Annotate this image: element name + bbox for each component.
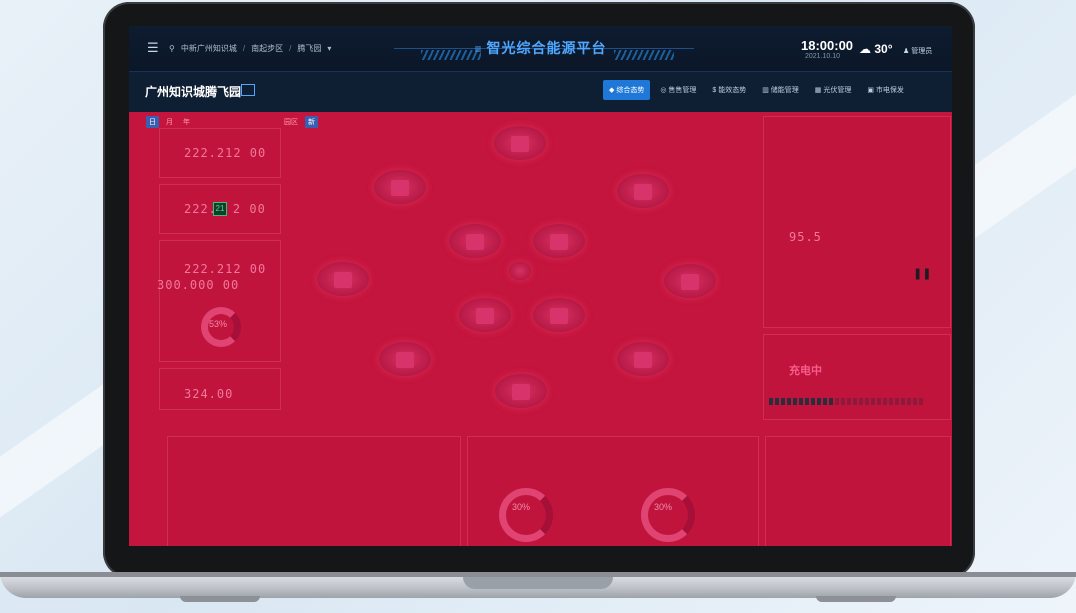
metric-chip: 21 — [213, 202, 227, 216]
app-title-text: 智光综合能源平台 — [486, 40, 607, 56]
node-center-person[interactable] — [509, 262, 531, 280]
node-building[interactable] — [533, 298, 585, 332]
sub-header: 广州知识城腾飞园 ◆ 综合态势 ◎ 售售管理 $ 能效态势 ▥ 储能管理 ▦ 光… — [129, 71, 952, 112]
pause-icon[interactable]: ❚❚ — [913, 267, 931, 280]
tab-sales[interactable]: ◎ 售售管理 — [654, 80, 702, 100]
node-substation[interactable] — [494, 126, 546, 160]
weather: ☁ 30° — [859, 42, 893, 56]
laptop-foot-right — [816, 596, 896, 602]
tab-storage[interactable]: ▥ 储能管理 — [756, 80, 805, 100]
progress-ring-left-label: 53% — [209, 319, 228, 329]
donut-2-label: 30% — [654, 502, 673, 512]
chart-panel-left — [167, 436, 461, 546]
metric-value-4: 324.00 — [184, 387, 234, 401]
tab-grid[interactable]: ▣ 市电保发 — [861, 80, 910, 100]
node-distribution[interactable] — [374, 170, 426, 204]
tab-efficiency[interactable]: $ 能效态势 — [706, 80, 752, 100]
dashboard-content: 日 月 年 园区 新 222.212 00 222. 2 00 21 222.21… — [129, 112, 952, 546]
laptop-notch — [463, 577, 613, 589]
donut-1 — [499, 488, 553, 542]
laptop-foot-left — [180, 596, 260, 602]
user-name: 管理员 — [911, 48, 933, 55]
charging-status: 充电中 — [789, 365, 822, 377]
node-solar[interactable] — [317, 262, 369, 296]
node-monitor[interactable] — [459, 298, 511, 332]
node-storage-station[interactable] — [533, 224, 585, 258]
charge-level-bars — [769, 398, 923, 405]
temperature: 30° — [874, 42, 893, 56]
tab-solar[interactable]: ▦ 光伏管理 — [809, 80, 858, 100]
metric-value-3b: 300.000 00 — [157, 278, 240, 292]
chart-panel-right — [765, 436, 951, 546]
building-icon[interactable] — [241, 84, 255, 96]
tab-new[interactable]: 新 — [305, 116, 318, 128]
screen: ☰ ⚲ 中新广州知识城 / 南起步区 / 腾飞园 ▾ ≡ 智光综合能源平台 18:… — [129, 26, 952, 546]
tab-month[interactable]: 月 — [163, 116, 176, 128]
node-battery[interactable] — [379, 342, 431, 376]
cloud-icon: ☁ — [859, 42, 871, 56]
date: 2021.10.10 — [805, 53, 841, 60]
donut-1-label: 30% — [512, 502, 531, 512]
metric-value-3: 222.212 00 — [184, 262, 267, 276]
user-icon: ♟ — [903, 48, 910, 55]
tab-day[interactable]: 日 — [146, 116, 159, 128]
tab-overview[interactable]: ◆ 综合态势 — [603, 80, 651, 100]
node-charging[interactable] — [664, 264, 716, 298]
right-metric-value: 95.5 — [789, 230, 822, 244]
right-panel — [763, 116, 951, 328]
node-server[interactable] — [617, 342, 669, 376]
tab-park[interactable]: 园区 — [281, 116, 301, 128]
park-name: 广州知识城腾飞园 — [145, 85, 242, 99]
node-cabinet[interactable] — [495, 374, 547, 408]
nav-tabs: ◆ 综合态势 ◎ 售售管理 $ 能效态势 ▥ 储能管理 ▦ 光伏管理 ▣ 市电保… — [603, 80, 910, 100]
user-menu[interactable]: ♟ 管理员 — [903, 46, 932, 56]
top-bar: ☰ ⚲ 中新广州知识城 / 南起步区 / 腾飞园 ▾ ≡ 智光综合能源平台 18:… — [129, 26, 952, 71]
tab-year[interactable]: 年 — [180, 116, 193, 128]
scope-tabs: 园区 新 — [281, 116, 318, 128]
node-meter[interactable] — [617, 174, 669, 208]
donut-2 — [641, 488, 695, 542]
node-transformer[interactable] — [449, 224, 501, 258]
metric-value-1: 222.212 00 — [184, 146, 267, 160]
logo-icon: ≡ — [474, 42, 483, 56]
period-tabs: 日 月 年 — [146, 116, 193, 128]
clock: 18:00:00 — [801, 38, 854, 53]
